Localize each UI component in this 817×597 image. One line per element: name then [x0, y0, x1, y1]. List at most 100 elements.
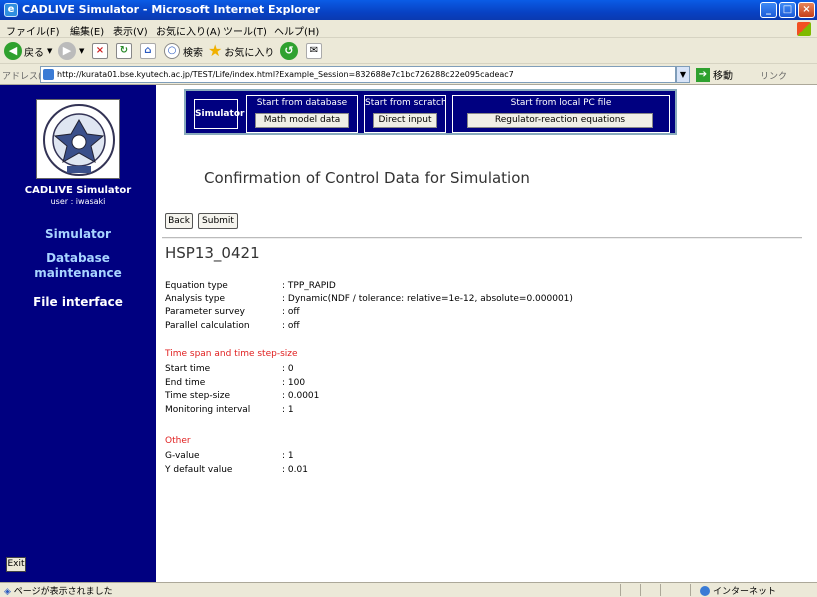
- address-url: http://kurata01.bse.kyutech.ac.jp/TEST/L…: [57, 70, 514, 79]
- sidebar-app-name: CADLIVE Simulator: [24, 185, 132, 196]
- menu-view[interactable]: 表示(V): [113, 23, 148, 38]
- section-heading-time: Time span and time step-size: [165, 349, 298, 359]
- setting-label: Equation type: [165, 281, 228, 291]
- refresh-button[interactable]: ↻: [116, 41, 132, 61]
- globe-icon: [700, 585, 710, 596]
- status-divider: [660, 584, 661, 596]
- submit-button[interactable]: Submit: [198, 213, 238, 229]
- status-bar: ◈ ページが表示されました インターネット: [0, 582, 817, 597]
- setting-value: : 0: [282, 364, 294, 374]
- sidebar-item-database[interactable]: Database: [0, 251, 156, 266]
- zone-label: インターネット: [713, 587, 777, 597]
- forward-arrow-icon: ▶: [58, 42, 76, 60]
- setting-value: : TPP_RAPID: [282, 281, 336, 291]
- search-button[interactable]: ○ 検索: [164, 41, 203, 61]
- page-viewport: CADLIVE Simulator user : iwasaki Simulat…: [0, 85, 817, 582]
- toolbar: ◀ 戻る ▼ ▶ ▼ × ↻ ⌂ ○ 検索 ★ お気に入り ↺ ✉: [0, 38, 817, 64]
- sidebar-item-simulator[interactable]: Simulator: [0, 227, 156, 242]
- setting-value: : off: [282, 321, 300, 331]
- model-name: HSP13_0421: [165, 244, 260, 262]
- forward-button[interactable]: ▶ ▼: [58, 41, 84, 61]
- address-dropdown[interactable]: ▼: [676, 66, 690, 83]
- setting-label: Start time: [165, 364, 211, 374]
- setting-label: Parameter survey: [165, 307, 245, 317]
- menu-file[interactable]: ファイル(F): [6, 23, 60, 38]
- stop-button[interactable]: ×: [92, 41, 108, 61]
- ie-icon: e: [4, 3, 18, 17]
- setting-value: : 100: [282, 378, 306, 388]
- nav-group-database: Start from database Math model data: [246, 95, 358, 133]
- back-button[interactable]: ◀ 戻る ▼: [4, 41, 52, 61]
- exit-button[interactable]: Exit: [6, 557, 26, 572]
- mail-button[interactable]: ✉: [306, 41, 322, 61]
- security-zone: インターネット: [700, 584, 776, 597]
- chevron-down-icon: ▼: [79, 47, 85, 55]
- favorites-label: お気に入り: [224, 47, 275, 59]
- setting-label: Parallel calculation: [165, 321, 250, 331]
- setting-label: Analysis type: [165, 294, 226, 304]
- status-divider: [620, 584, 621, 596]
- setting-label: Y default value: [165, 465, 233, 475]
- history-icon: ↺: [280, 42, 298, 60]
- back-page-button[interactable]: Back: [165, 213, 193, 229]
- title-bar: e CADLIVE Simulator - Microsoft Internet…: [0, 0, 817, 20]
- maximize-button[interactable]: □: [779, 2, 796, 18]
- status-text: ◈ ページが表示されました: [4, 584, 113, 597]
- section-heading-other: Other: [165, 436, 191, 446]
- status-divider: [640, 584, 641, 596]
- sidebar-user: user : iwasaki: [50, 197, 106, 206]
- divider: [162, 237, 802, 239]
- back-label: 戻る: [24, 47, 44, 59]
- menu-tools[interactable]: ツール(T): [223, 23, 267, 38]
- sidebar: CADLIVE Simulator user : iwasaki Simulat…: [0, 85, 156, 582]
- setting-label: Time step-size: [165, 391, 231, 401]
- close-button[interactable]: ×: [798, 2, 815, 18]
- chevron-down-icon: ▼: [47, 47, 53, 55]
- go-arrow-icon: ➔: [696, 67, 710, 82]
- top-nav: Simulator Start from database Math model…: [184, 89, 677, 135]
- menu-favorites[interactable]: お気に入り(A): [156, 23, 221, 38]
- menu-help[interactable]: ヘルプ(H): [274, 23, 319, 38]
- math-model-data-button[interactable]: Math model data: [255, 113, 349, 128]
- setting-label: End time: [165, 378, 206, 388]
- direct-input-button[interactable]: Direct input: [373, 113, 437, 128]
- setting-value: : 0.01: [282, 465, 308, 475]
- status-divider: [690, 584, 691, 596]
- nav-group-caption: Start from database: [256, 98, 348, 108]
- setting-value: : 1: [282, 405, 294, 415]
- search-label: 検索: [183, 47, 203, 59]
- nav-group-caption: Start from local PC file: [510, 98, 612, 108]
- tab-simulator[interactable]: Simulator: [194, 99, 244, 129]
- setting-label: Monitoring interval: [165, 405, 251, 415]
- setting-value: : 0.0001: [282, 391, 320, 401]
- menu-bar: ファイル(F) 編集(E) 表示(V) お気に入り(A) ツール(T) ヘルプ(…: [0, 20, 817, 38]
- setting-value: : 1: [282, 451, 294, 461]
- setting-label: G-value: [165, 451, 200, 461]
- setting-value: : off: [282, 307, 300, 317]
- address-bar: アドレス(D) http://kurata01.bse.kyutech.ac.j…: [0, 64, 817, 85]
- sidebar-item-file-interface[interactable]: File interface: [0, 295, 156, 310]
- back-arrow-icon: ◀: [4, 42, 22, 60]
- stop-icon: ×: [92, 43, 108, 59]
- address-input[interactable]: http://kurata01.bse.kyutech.ac.jp/TEST/L…: [40, 66, 676, 83]
- minimize-button[interactable]: _: [760, 2, 777, 18]
- mail-icon: ✉: [306, 43, 322, 59]
- search-icon: ○: [164, 43, 180, 59]
- history-button[interactable]: ↺: [280, 41, 298, 61]
- browser-window: e CADLIVE Simulator - Microsoft Internet…: [0, 0, 817, 597]
- go-button[interactable]: ➔ 移動: [696, 67, 733, 82]
- go-label: 移動: [713, 71, 733, 82]
- setting-value: : Dynamic(NDF / tolerance: relative=1e-1…: [282, 294, 573, 304]
- sidebar-item-maintenance[interactable]: maintenance: [0, 266, 156, 281]
- nav-group-caption: Start from scratch: [365, 98, 447, 108]
- favorites-button[interactable]: ★ お気に入り: [208, 41, 274, 61]
- regulator-reaction-equations-button[interactable]: Regulator-reaction equations: [467, 113, 653, 128]
- page-icon: [43, 69, 54, 80]
- favorites-star-icon: ★: [208, 41, 223, 60]
- menu-edit[interactable]: 編集(E): [70, 23, 104, 38]
- home-button[interactable]: ⌂: [140, 41, 156, 61]
- page-title: Confirmation of Control Data for Simulat…: [204, 169, 530, 187]
- links-label[interactable]: リンク: [760, 69, 787, 82]
- university-seal-icon: [36, 99, 120, 179]
- refresh-icon: ↻: [116, 43, 132, 59]
